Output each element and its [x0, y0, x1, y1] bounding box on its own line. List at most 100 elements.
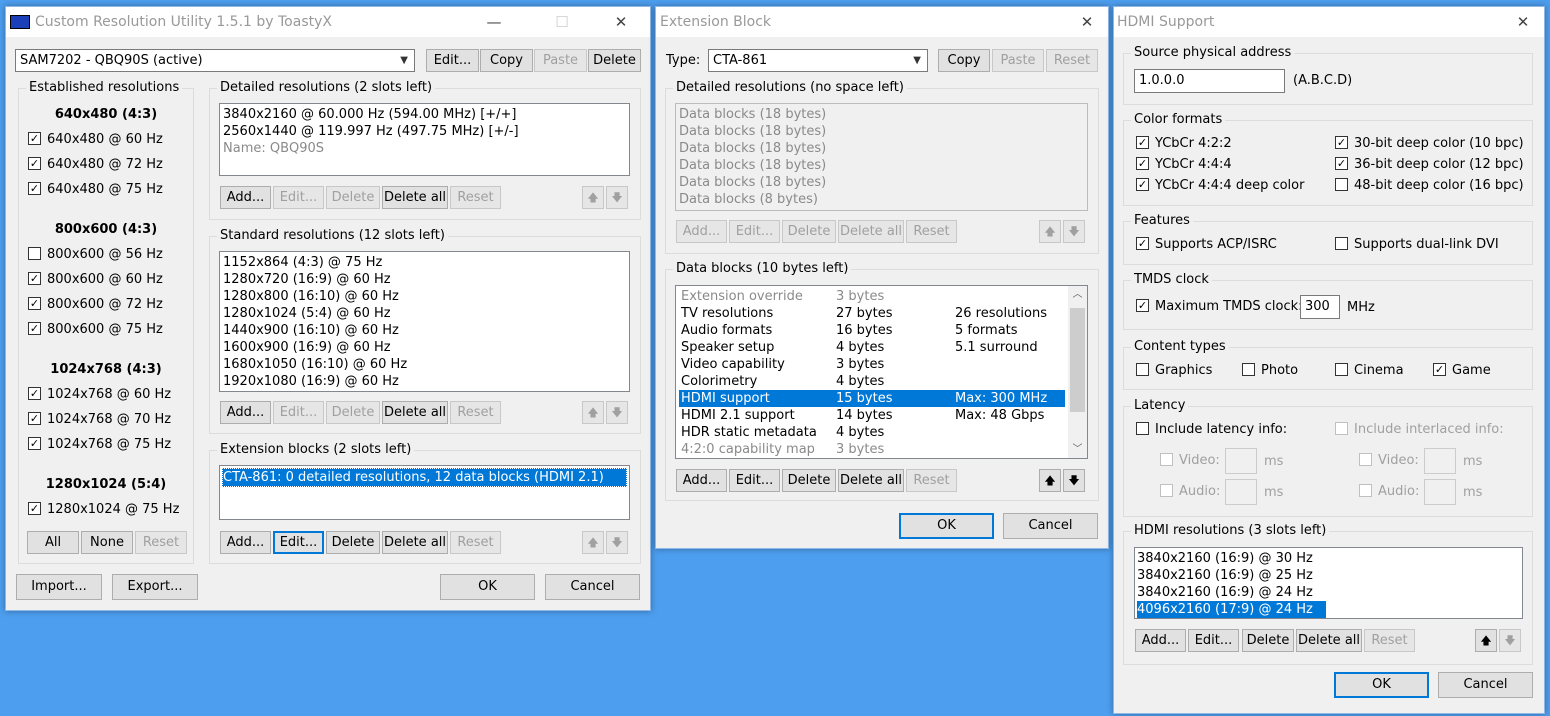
- arrow-up-icon[interactable]: 🡅: [582, 401, 604, 424]
- reset-established-button[interactable]: Reset: [135, 531, 187, 554]
- monitor-select[interactable]: SAM7202 - QBQ90S (active) ▼: [15, 49, 415, 72]
- ext-ok-button[interactable]: OK: [899, 513, 994, 539]
- ycbcr444-checkbox[interactable]: ✓ YCbCr 4:4:4: [1136, 156, 1232, 174]
- audio-latency-input[interactable]: [1225, 479, 1257, 505]
- edit-datablock-button[interactable]: Edit...: [729, 469, 780, 492]
- ycbcr422-checkbox[interactable]: ✓ YCbCr 4:2:2: [1136, 135, 1232, 153]
- tmds-checkbox[interactable]: ✓ Maximum TMDS clock:: [1136, 298, 1303, 316]
- delete-ext-detailed-button[interactable]: Delete: [782, 220, 836, 243]
- est-checkbox[interactable]: 800x600 @ 56 Hz: [28, 246, 163, 264]
- detailed-list[interactable]: 3840x2160 @ 60.000 Hz (594.00 MHz) [+/+]…: [219, 103, 630, 176]
- list-item[interactable]: 1280x720 (16:9) @ 60 Hz: [223, 271, 626, 288]
- cancel-button[interactable]: Cancel: [545, 574, 640, 600]
- scroll-up-icon[interactable]: ︿: [1068, 286, 1087, 303]
- edit-extension-button[interactable]: Edit...: [273, 531, 324, 554]
- delete-datablock-button[interactable]: Delete: [782, 469, 836, 492]
- minimize-icon[interactable]: —: [471, 7, 517, 37]
- est-checkbox[interactable]: ✓ 1280x1024 @ 75 Hz: [28, 501, 179, 519]
- all-button[interactable]: All: [27, 531, 79, 554]
- audio-latency-checkbox[interactable]: Audio:: [1160, 483, 1220, 501]
- ext-cancel-button[interactable]: Cancel: [1003, 513, 1098, 539]
- list-item[interactable]: CTA-861: 0 detailed resolutions, 12 data…: [222, 468, 627, 487]
- list-item[interactable]: Extension override 3 bytes: [679, 288, 1065, 305]
- cinema-checkbox[interactable]: Cinema: [1335, 362, 1404, 380]
- arrow-down-icon[interactable]: 🡇: [606, 531, 628, 554]
- ok-button[interactable]: OK: [440, 574, 535, 600]
- close-icon[interactable]: ✕: [1500, 7, 1546, 37]
- delete-extension-button[interactable]: Delete: [326, 531, 380, 554]
- arrow-down-icon[interactable]: 🡇: [1063, 220, 1085, 243]
- interlaced-video-input[interactable]: [1424, 448, 1456, 474]
- import-button[interactable]: Import...: [16, 574, 102, 600]
- est-checkbox[interactable]: ✓ 800x600 @ 75 Hz: [28, 321, 163, 339]
- arrow-up-icon[interactable]: 🡅: [582, 186, 604, 209]
- duallink-checkbox[interactable]: Supports dual-link DVI: [1335, 236, 1499, 254]
- est-checkbox[interactable]: ✓ 1024x768 @ 75 Hz: [28, 436, 171, 454]
- list-item[interactable]: Data blocks (18 bytes): [679, 106, 1084, 123]
- reset-ext-detailed-button[interactable]: Reset: [906, 220, 957, 243]
- hdmi-res-list[interactable]: 3840x2160 (16:9) @ 30 Hz 3840x2160 (16:9…: [1134, 547, 1523, 619]
- interlaced-audio-input[interactable]: [1424, 479, 1456, 505]
- list-item[interactable]: HDR static metadata 4 bytes: [679, 424, 1065, 441]
- game-checkbox[interactable]: ✓ Game: [1433, 362, 1491, 380]
- list-item[interactable]: TV resolutions 27 bytes 26 resolutions: [679, 305, 1065, 322]
- est-checkbox[interactable]: ✓ 800x600 @ 72 Hz: [28, 296, 163, 314]
- list-item-selected[interactable]: 4096x2160 (17:9) @ 24 Hz: [1137, 601, 1326, 618]
- photo-checkbox[interactable]: Photo: [1242, 362, 1298, 380]
- reset-datablock-button[interactable]: Reset: [906, 469, 957, 492]
- add-detailed-button[interactable]: Add...: [220, 186, 271, 209]
- paste-button[interactable]: Paste: [992, 49, 1044, 72]
- video-latency-checkbox[interactable]: Video:: [1160, 452, 1220, 470]
- delete-standard-button[interactable]: Delete: [326, 401, 380, 424]
- est-checkbox[interactable]: ✓ 640x480 @ 75 Hz: [28, 181, 163, 199]
- interlaced-latency-checkbox[interactable]: Include interlaced info:: [1335, 421, 1504, 439]
- delete-all-detailed-button[interactable]: Delete all: [382, 186, 448, 209]
- datablocks-scrollbar[interactable]: ︿ ﹀: [1068, 286, 1087, 458]
- video-latency-input[interactable]: [1225, 448, 1257, 474]
- list-item[interactable]: Speaker setup 4 bytes 5.1 surround: [679, 339, 1065, 356]
- maximize-icon[interactable]: ☐: [539, 7, 585, 37]
- list-item[interactable]: Data blocks (18 bytes): [679, 123, 1084, 140]
- none-button[interactable]: None: [81, 531, 133, 554]
- list-item[interactable]: Data blocks (18 bytes): [679, 140, 1084, 157]
- list-item[interactable]: Data blocks (8 bytes): [679, 191, 1084, 208]
- scroll-down-icon[interactable]: ﹀: [1068, 441, 1087, 458]
- close-icon[interactable]: ✕: [1064, 7, 1110, 37]
- delete-all-extension-button[interactable]: Delete all: [382, 531, 448, 554]
- hdmi-titlebar[interactable]: HDMI Support ✕: [1114, 7, 1544, 37]
- edit-hdmi-res-button[interactable]: Edit...: [1188, 629, 1239, 652]
- list-item[interactable]: 1280x800 (16:10) @ 60 Hz: [223, 288, 626, 305]
- extension-list[interactable]: CTA-861: 0 detailed resolutions, 12 data…: [219, 465, 630, 520]
- graphics-checkbox[interactable]: Graphics: [1136, 362, 1212, 380]
- type-select[interactable]: CTA-861 ▼: [708, 49, 928, 72]
- list-item[interactable]: 3840x2160 (16:9) @ 25 Hz: [1137, 567, 1519, 584]
- edit-detailed-button[interactable]: Edit...: [273, 186, 324, 209]
- reset-standard-button[interactable]: Reset: [450, 401, 501, 424]
- list-item[interactable]: 1680x1050 (16:10) @ 60 Hz: [223, 356, 626, 373]
- list-item[interactable]: Colorimetry 4 bytes: [679, 373, 1065, 390]
- add-ext-detailed-button[interactable]: Add...: [676, 220, 727, 243]
- delete-all-datablock-button[interactable]: Delete all: [838, 469, 904, 492]
- list-item[interactable]: 3840x2160 @ 60.000 Hz (594.00 MHz) [+/+]: [223, 106, 626, 123]
- arrow-down-icon[interactable]: 🡇: [1499, 629, 1521, 652]
- list-item[interactable]: 1440x900 (16:10) @ 60 Hz: [223, 322, 626, 339]
- est-checkbox[interactable]: ✓ 1024x768 @ 60 Hz: [28, 386, 171, 404]
- arrow-down-icon[interactable]: 🡇: [1063, 469, 1085, 492]
- scrollbar-thumb[interactable]: [1070, 308, 1085, 412]
- add-hdmi-res-button[interactable]: Add...: [1135, 629, 1186, 652]
- standard-list[interactable]: 1152x864 (4:3) @ 75 Hz 1280x720 (16:9) @…: [219, 251, 630, 392]
- est-checkbox[interactable]: ✓ 640x480 @ 60 Hz: [28, 131, 163, 149]
- reset-button[interactable]: Reset: [1046, 49, 1098, 72]
- list-item-selected[interactable]: HDMI support 15 bytes Max: 300 MHz: [679, 390, 1065, 407]
- latency-checkbox[interactable]: Include latency info:: [1136, 421, 1287, 439]
- list-item[interactable]: Video capability 3 bytes: [679, 356, 1065, 373]
- acp-checkbox[interactable]: ✓ Supports ACP/ISRC: [1136, 236, 1277, 254]
- copy-button[interactable]: Copy: [938, 49, 990, 72]
- list-item[interactable]: 2560x1440 @ 119.997 Hz (497.75 MHz) [+/-…: [223, 123, 626, 140]
- arrow-up-icon[interactable]: 🡅: [1475, 629, 1497, 652]
- delete-all-standard-button[interactable]: Delete all: [382, 401, 448, 424]
- export-button[interactable]: Export...: [112, 574, 198, 600]
- ext-detailed-list[interactable]: Data blocks (18 bytes) Data blocks (18 b…: [675, 103, 1088, 211]
- source-address-input[interactable]: 1.0.0.0: [1134, 69, 1285, 93]
- edit-standard-button[interactable]: Edit...: [273, 401, 324, 424]
